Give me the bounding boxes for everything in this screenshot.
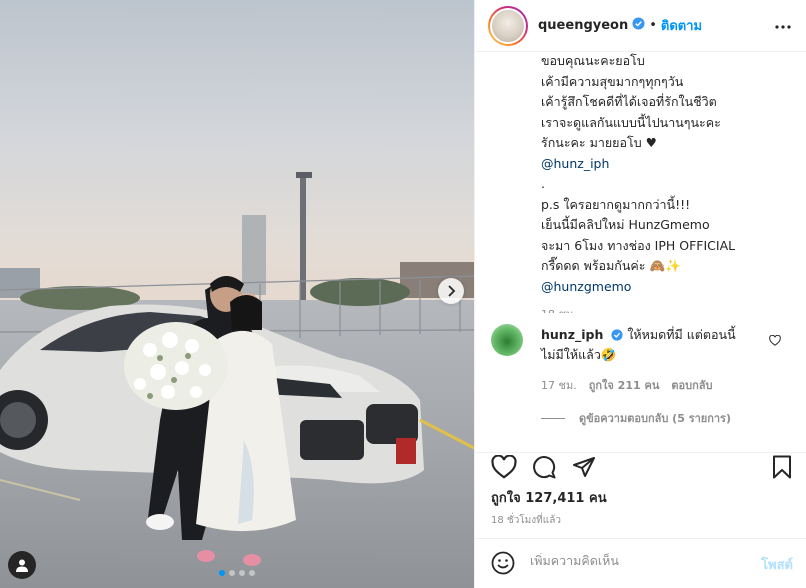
post-header: queengyeon • ติดตาม	[475, 0, 806, 52]
like-button[interactable]	[491, 454, 517, 483]
speech-bubble-icon	[533, 456, 556, 479]
comment-likes-count[interactable]: ถูกใจ 211 คน	[589, 376, 660, 394]
post-side-panel: queengyeon • ติดตาม ขอบคุณนะคะยอโบ เค้าม…	[474, 0, 806, 588]
verified-badge-icon	[632, 17, 645, 34]
comment-body: hunz_iph ให้หมดที่มี แต่ตอนนี้ ไม่มีให้แ…	[541, 326, 761, 364]
caption-timestamp[interactable]: 18 ชม.	[541, 305, 796, 313]
smiley-icon	[491, 551, 515, 575]
heart-outline-icon	[491, 454, 517, 479]
comment-meta: 17 ชม. ถูกใจ 211 คน ตอบกลับ	[541, 376, 712, 394]
post-comment-button[interactable]: โพสต์	[761, 554, 793, 575]
caption-line: ขอบคุณนะคะยอโบ	[541, 53, 645, 68]
more-options-button[interactable]	[775, 18, 791, 33]
chevron-right-icon	[448, 285, 456, 297]
share-button[interactable]	[571, 455, 597, 483]
likes-count: 127,411	[525, 491, 585, 506]
comment-like-button[interactable]	[769, 334, 781, 350]
caption-line: .	[541, 176, 545, 191]
add-comment-bar: โพสต์	[475, 538, 806, 588]
mention-link[interactable]: @hunz_iph	[541, 154, 796, 175]
author-avatar[interactable]	[488, 5, 528, 46]
paper-plane-icon	[573, 457, 595, 477]
view-replies-button[interactable]: ดูข้อความตอบกลับ (5 รายการ)	[541, 409, 731, 427]
caption-scroll[interactable]: ขอบคุณนะคะยอโบ เค้ามีความสุขมากๆทุกๆวัน …	[475, 53, 806, 313]
photo-scene	[0, 172, 474, 566]
bookmark-icon	[773, 455, 791, 479]
mention-link[interactable]: @hunzgmemo	[541, 277, 796, 298]
carousel-dot	[219, 570, 225, 576]
caption-line: เค้ามีความสุขมากๆทุกๆวัน	[541, 73, 684, 89]
comment-reply-button[interactable]: ตอบกลับ	[671, 376, 712, 394]
commenter-avatar[interactable]	[491, 324, 523, 356]
likes-label: ถูกใจ	[491, 491, 521, 506]
follow-button[interactable]: ติดตาม	[661, 15, 702, 36]
comment-button[interactable]	[531, 455, 557, 483]
verified-badge-icon	[611, 328, 623, 346]
carousel-indicator	[0, 570, 474, 576]
separator-dot: •	[649, 18, 657, 33]
emoji-button[interactable]	[491, 551, 515, 579]
caption-line: เราจะดูแลกันแบบนี้ไปนานๆนะคะ	[541, 114, 721, 130]
comment-input[interactable]	[530, 553, 730, 568]
heart-outline-icon	[769, 334, 781, 346]
author-username[interactable]: queengyeon	[538, 18, 628, 33]
post-photo[interactable]	[0, 0, 474, 588]
comment-text: ไม่มีให้แล้ว🤣	[541, 347, 617, 362]
caption-line: p.s ใครอยากดูมากกว่านี้!!!	[541, 196, 691, 212]
carousel-next-button[interactable]	[438, 278, 464, 304]
ellipsis-icon	[775, 25, 791, 29]
save-button[interactable]	[771, 455, 793, 483]
likes-summary[interactable]: ถูกใจ 127,411 คน	[491, 487, 607, 508]
carousel-dot	[229, 570, 235, 576]
caption-line: รักนะคะ มายยอโบ ♥	[541, 135, 657, 150]
post-caption: ขอบคุณนะคะยอโบ เค้ามีความสุขมากๆทุกๆวัน …	[541, 53, 796, 313]
carousel-dot	[249, 570, 255, 576]
carousel-dot	[239, 570, 245, 576]
replies-divider	[541, 417, 565, 419]
post-timestamp[interactable]: 18 ชั่วโมงที่แล้ว	[491, 513, 561, 528]
caption-line: กรี๊ดดด พร้อมกันค่ะ 🙈✨	[541, 258, 681, 273]
comment-text: ให้หมดที่มี แต่ตอนนี้	[627, 327, 736, 342]
commenter-username[interactable]: hunz_iph	[541, 327, 603, 342]
caption-line: เค้ารู้สึกโชคดีที่ได้เจอที่รักในชีวิต	[541, 94, 717, 109]
comment-timestamp[interactable]: 17 ชม.	[541, 376, 577, 394]
action-bar	[475, 452, 806, 482]
view-replies-label: ดูข้อความตอบกลับ (5 รายการ)	[579, 412, 731, 425]
likes-unit: คน	[589, 491, 607, 506]
caption-line: จะมา 6โมง ทางช่อง IPH OFFICIAL	[541, 237, 736, 253]
caption-line: เย็นนี้มีคลิปใหม่ HunzGmemo	[541, 217, 710, 232]
